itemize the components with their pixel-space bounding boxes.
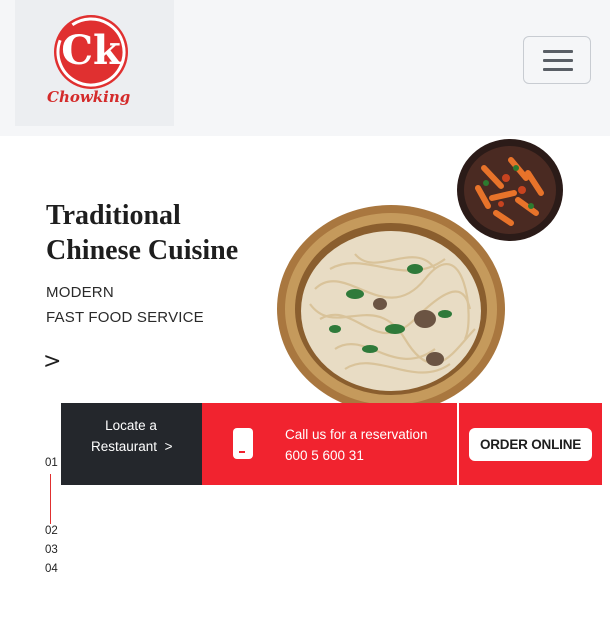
pager-active-indicator xyxy=(50,474,51,524)
pager-item-02[interactable]: 02 xyxy=(45,525,58,537)
logo-emblem: Ck xyxy=(54,15,128,89)
locate-label: Locate a Restaurant > xyxy=(91,415,173,457)
pager-item-03[interactable]: 03 xyxy=(45,544,58,556)
pager-item-04[interactable]: 04 xyxy=(45,563,58,575)
hero-subtitle: MODERN FAST FOOD SERVICE xyxy=(46,280,204,330)
menu-toggle-button[interactable] xyxy=(523,36,591,84)
reservation-bar: Call us for a reservation 600 5 600 31 O… xyxy=(202,403,602,485)
penne-pasta-plate-image xyxy=(457,139,563,241)
chevron-right-icon: > xyxy=(164,439,173,454)
header: Ck Chowking xyxy=(0,0,610,136)
hamburger-menu-icon xyxy=(543,50,573,53)
logo-wordmark: Chowking xyxy=(47,88,131,106)
hero-subtitle-line: FAST FOOD SERVICE xyxy=(46,309,204,326)
hero-subtitle-line: MODERN xyxy=(46,284,114,301)
locate-label-line: Restaurant > xyxy=(91,439,173,454)
hero-title-line: Traditional xyxy=(46,200,181,231)
logo-initials: Ck xyxy=(61,27,121,74)
divider xyxy=(457,403,459,485)
hero-next-arrow[interactable]: > xyxy=(43,349,61,374)
order-online-button[interactable]: ORDER ONLINE xyxy=(469,428,592,461)
pager-item-01[interactable]: 01 xyxy=(45,457,58,469)
call-label: Call us for a reservation xyxy=(285,427,428,442)
hero-title: Traditional Chinese Cuisine xyxy=(46,198,238,268)
logo[interactable]: Ck Chowking xyxy=(15,0,174,126)
locate-restaurant-button[interactable]: Locate a Restaurant > xyxy=(61,403,202,485)
locate-label-line: Locate a xyxy=(105,418,157,433)
phone-icon xyxy=(233,428,253,459)
call-number: 600 5 600 31 xyxy=(285,448,364,463)
call-reservation[interactable]: Call us for a reservation 600 5 600 31 xyxy=(285,424,428,466)
hero-title-line: Chinese Cuisine xyxy=(46,235,239,266)
